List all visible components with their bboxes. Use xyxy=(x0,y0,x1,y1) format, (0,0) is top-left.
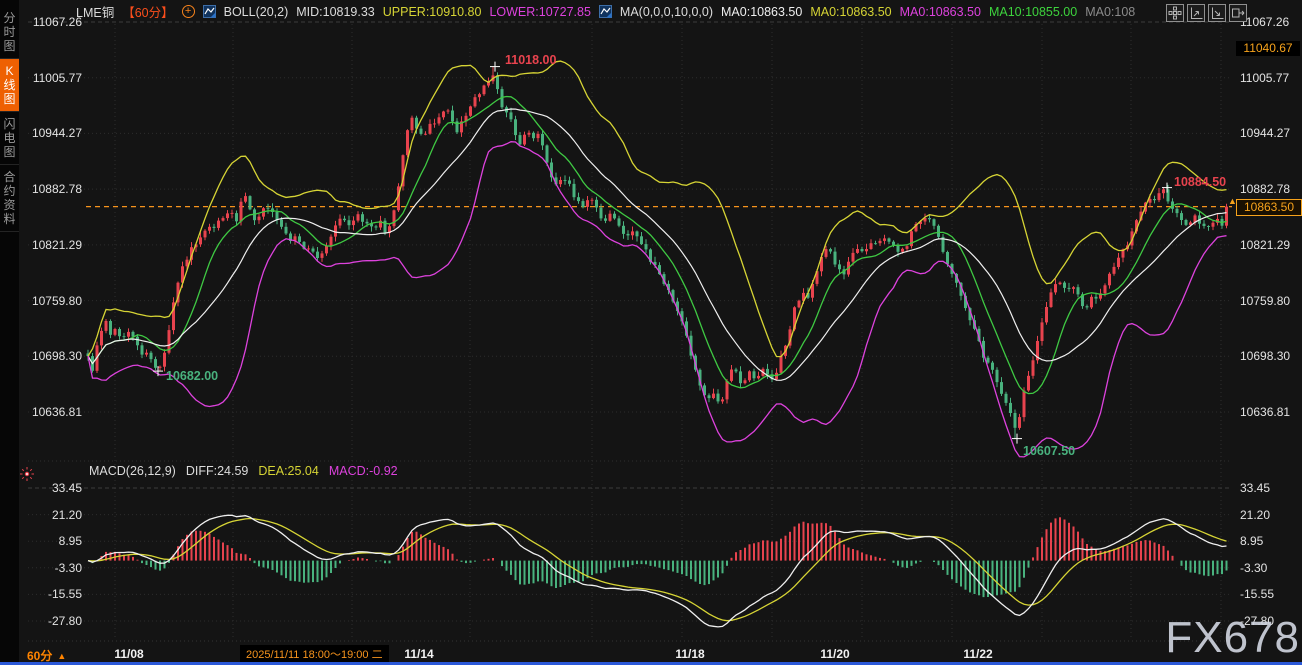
boll-label: BOLL(20,2) xyxy=(224,5,289,19)
ma-value: MA0:108 xyxy=(1085,5,1135,19)
boll-upper-value: UPPER:10910.80 xyxy=(383,5,482,19)
prev-close-badge: 11040.67 xyxy=(1236,41,1300,56)
crosshair-time-tooltip: 2025/11/11 18:00～19:00 二 xyxy=(240,645,389,663)
ma-params-label: MA(0,0,0,10,0,0) xyxy=(620,5,713,19)
zoom-in-icon[interactable] xyxy=(1187,4,1205,22)
alert-sun-icon[interactable] xyxy=(19,466,35,487)
macd-title: MACD(26,12,9) xyxy=(89,464,176,478)
chart-header: LME铜 【60分】 + BOLL(20,2) MID:10819.33 UPP… xyxy=(76,3,1135,20)
ma-value: MA0:10863.50 xyxy=(900,5,981,19)
date-label: 11/20 xyxy=(803,647,867,661)
date-label: 11/18 xyxy=(658,647,722,661)
sidebar-tab-3[interactable]: 合约资料 xyxy=(0,165,19,232)
last-price-badge: 10863.50 xyxy=(1236,199,1302,216)
ma-value: MA0:10863.50 xyxy=(721,5,802,19)
chart-toolbar xyxy=(1166,4,1247,22)
period-up-icon: ▲ xyxy=(57,651,66,661)
indicator-icon[interactable] xyxy=(203,5,216,18)
period-label[interactable]: 【60分】 xyxy=(122,2,173,21)
ma-value: MA10:10855.00 xyxy=(989,5,1077,19)
exit-icon[interactable] xyxy=(1229,4,1247,22)
ma-value: MA0:10863.50 xyxy=(810,5,891,19)
indicator-icon[interactable] xyxy=(599,5,612,18)
date-label: 11/22 xyxy=(946,647,1010,661)
macd-header: MACD(26,12,9) DIFF:24.59 DEA:25.04 MACD:… xyxy=(89,464,398,478)
move-icon[interactable] xyxy=(1166,4,1184,22)
trading-terminal: 分时图K线图闪电图合约资料 LME铜 【60分】 + BOLL(20,2) MI… xyxy=(0,0,1302,665)
left-tab-bar: 分时图K线图闪电图合约资料 xyxy=(0,0,19,662)
macd-value: MACD:-0.92 xyxy=(329,464,398,478)
boll-lower-value: LOWER:10727.85 xyxy=(489,5,590,19)
date-label: 11/08 xyxy=(97,647,161,661)
boll-mid-value: MID:10819.33 xyxy=(296,5,375,19)
symbol-name: LME铜 xyxy=(76,2,114,21)
sidebar-tab-0[interactable]: 分时图 xyxy=(0,6,19,59)
sidebar-tab-2[interactable]: 闪电图 xyxy=(0,112,19,165)
macd-dea-value: DEA:25.04 xyxy=(258,464,318,478)
add-indicator-icon[interactable]: + xyxy=(182,5,195,18)
zoom-out-icon[interactable] xyxy=(1208,4,1226,22)
ma-values: MA0:10863.50 MA0:10863.50 MA0:10863.50 MA10… xyxy=(721,5,1135,19)
sidebar-tab-1[interactable]: K线图 xyxy=(0,59,19,112)
macd-diff-value: DIFF:24.59 xyxy=(186,464,249,478)
scroll-to-latest-icon[interactable]: ▲ xyxy=(1228,196,1237,206)
date-label: 11/14 xyxy=(387,647,451,661)
kline-chart-canvas[interactable] xyxy=(0,0,1302,665)
